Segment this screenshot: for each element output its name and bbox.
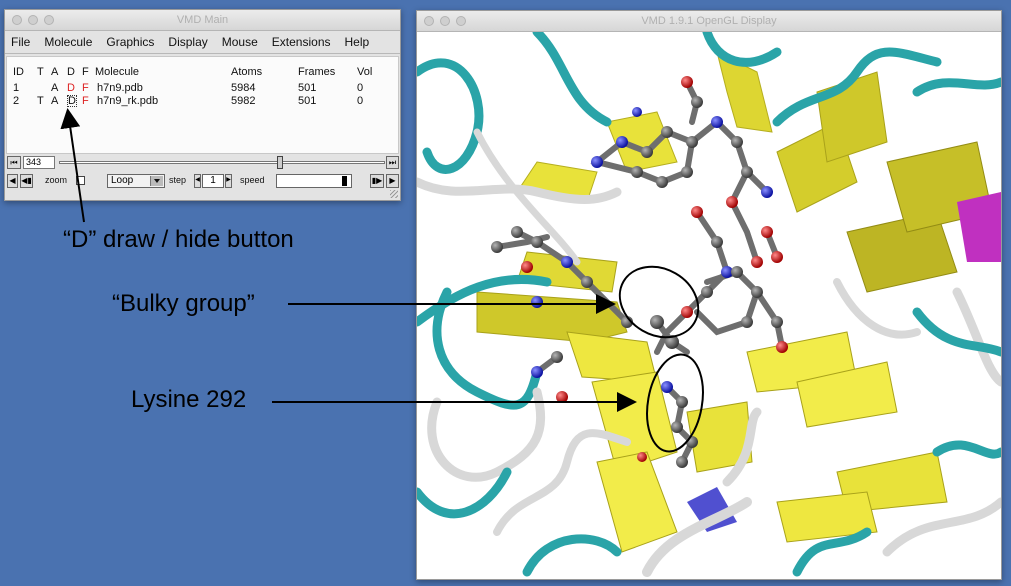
vmd-main-window: VMD Main File Molecule Graphics Display … <box>4 9 401 201</box>
mol-active-toggle[interactable]: A <box>51 82 58 94</box>
minimize-icon[interactable] <box>28 15 38 25</box>
zoom-checkbox[interactable] <box>76 176 85 185</box>
col-drawn: D <box>67 66 75 78</box>
mol-name: h7n9_rk.pdb <box>97 95 159 107</box>
speed-label: speed <box>240 175 265 185</box>
menu-file[interactable]: File <box>11 35 30 49</box>
zoom-icon[interactable] <box>456 16 466 26</box>
step-input[interactable]: 1 <box>202 174 224 188</box>
molecule-row[interactable]: 1 A D F h7n9.pdb 5984 501 0 <box>7 82 398 95</box>
zoom-label: zoom <box>45 175 68 185</box>
d-button-annotation: “D” draw / hide button <box>63 226 294 253</box>
goto-end-button[interactable]: ⏭ <box>386 156 399 169</box>
mol-frames: 501 <box>298 82 317 94</box>
loop-mode-value: Loop <box>111 175 134 186</box>
col-vol: Vol <box>357 66 373 78</box>
molecule-row[interactable]: 2 T A D F h7n9_rk.pdb 5982 501 0 <box>7 95 398 108</box>
mol-vol: 0 <box>357 95 364 107</box>
main-menubar: File Molecule Graphics Display Mouse Ext… <box>5 31 400 54</box>
display-titlebar[interactable]: VMD 1.9.1 OpenGL Display <box>417 11 1001 32</box>
col-top: T <box>37 66 44 78</box>
mol-id: 2 <box>13 95 20 107</box>
col-fixed: F <box>82 66 89 78</box>
col-frames: Frames <box>298 66 336 78</box>
mol-id: 1 <box>13 82 20 94</box>
molecule-list-header: ID T A D F Molecule Atoms Frames Vol <box>7 66 398 79</box>
minimize-icon[interactable] <box>440 16 450 26</box>
close-icon[interactable] <box>12 15 22 25</box>
window-controls <box>424 16 466 26</box>
frame-slider-thumb[interactable] <box>277 156 283 169</box>
step-increment-button[interactable]: ▶ <box>225 174 232 188</box>
menu-graphics[interactable]: Graphics <box>106 35 154 49</box>
speed-slider-thumb[interactable] <box>342 176 347 186</box>
mol-vol: 0 <box>357 82 364 94</box>
molecule-list[interactable]: ID T A D F Molecule Atoms Frames Vol 1 A… <box>6 56 399 154</box>
play-reverse-button[interactable]: ◀ <box>7 174 18 188</box>
menu-extensions[interactable]: Extensions <box>272 35 331 49</box>
mol-draw-toggle[interactable]: D <box>67 82 75 94</box>
menu-mouse[interactable]: Mouse <box>222 35 258 49</box>
main-titlebar[interactable]: VMD Main <box>5 10 400 31</box>
mol-atoms: 5982 <box>231 95 256 107</box>
step-back-button[interactable]: ◀▮ <box>20 174 33 188</box>
mol-active-toggle[interactable]: A <box>51 95 58 107</box>
molecule-render-canvas[interactable] <box>417 32 1001 579</box>
resize-grip-icon[interactable] <box>390 190 398 198</box>
col-atoms: Atoms <box>231 66 263 78</box>
step-label: step <box>169 175 187 185</box>
chevron-down-icon <box>150 176 163 186</box>
lysine-annotation: Lysine 292 <box>131 386 247 413</box>
mol-top-toggle[interactable]: T <box>37 95 44 107</box>
col-active: A <box>51 66 59 78</box>
display-window-title: VMD 1.9.1 OpenGL Display <box>641 15 777 27</box>
mol-atoms: 5984 <box>231 82 256 94</box>
window-controls <box>12 15 54 25</box>
mol-fix-toggle[interactable]: F <box>82 95 89 107</box>
bulky-group-annotation: “Bulky group” <box>112 290 255 317</box>
frame-controls: ⏮ 343 ⏭ <box>6 156 399 170</box>
goto-start-button[interactable]: ⏮ <box>7 156 21 169</box>
loop-mode-select[interactable]: Loop <box>107 174 165 188</box>
frame-slider[interactable] <box>59 161 385 164</box>
mol-name: h7n9.pdb <box>97 82 143 94</box>
mol-fix-toggle[interactable]: F <box>82 82 89 94</box>
playback-controls: ◀ ◀▮ zoom Loop step ◀ 1 ▶ speed ▮▶ ▶ <box>6 173 399 189</box>
close-icon[interactable] <box>424 16 434 26</box>
mol-draw-toggle[interactable]: D <box>67 95 77 107</box>
zoom-icon[interactable] <box>44 15 54 25</box>
mol-frames: 501 <box>298 95 317 107</box>
menu-display[interactable]: Display <box>168 35 207 49</box>
speed-slider[interactable] <box>276 174 352 188</box>
col-id: ID <box>13 66 24 78</box>
play-forward-button[interactable]: ▶ <box>386 174 399 188</box>
menu-molecule[interactable]: Molecule <box>44 35 92 49</box>
step-forward-button[interactable]: ▮▶ <box>370 174 384 188</box>
menu-help[interactable]: Help <box>345 35 370 49</box>
vmd-display-window: VMD 1.9.1 OpenGL Display <box>416 10 1002 580</box>
main-window-title: VMD Main <box>176 14 229 26</box>
beta-sheets <box>476 51 1001 553</box>
col-molecule: Molecule <box>95 66 140 78</box>
step-decrement-button[interactable]: ◀ <box>194 174 201 188</box>
frame-input[interactable]: 343 <box>23 156 55 169</box>
